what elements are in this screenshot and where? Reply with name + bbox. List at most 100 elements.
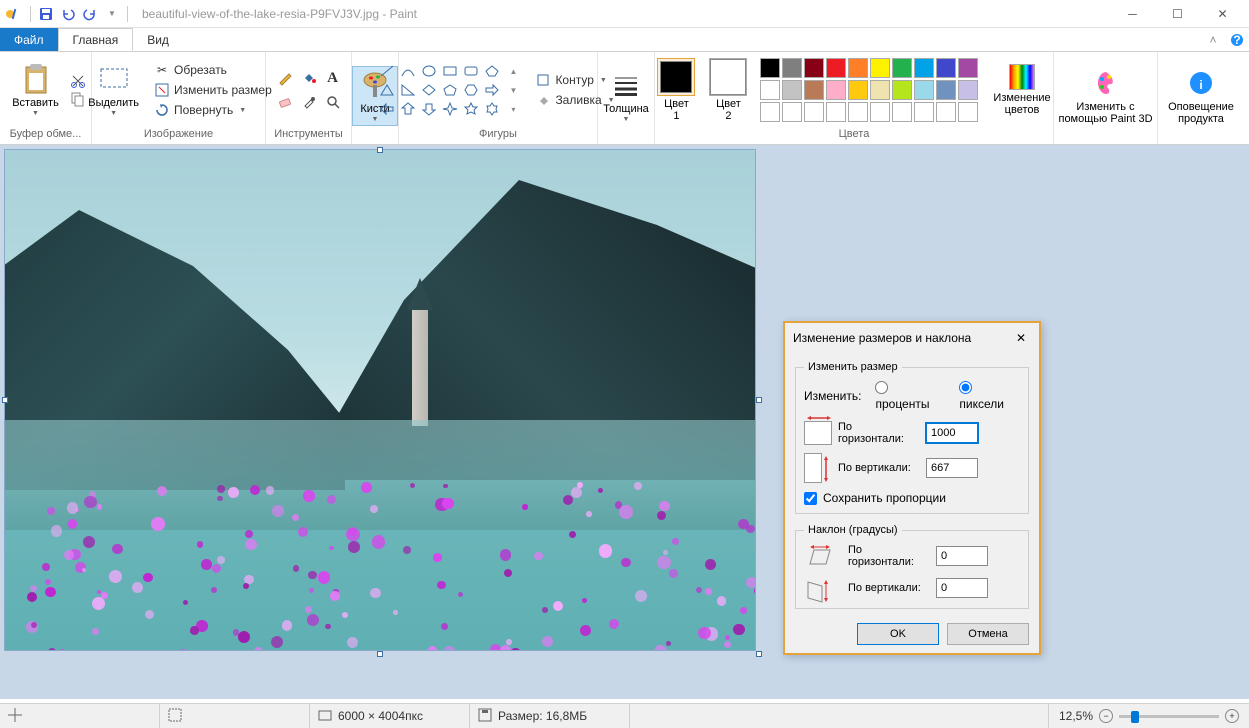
palette-color[interactable]: [760, 58, 780, 78]
save-icon[interactable]: [35, 3, 57, 25]
palette-color[interactable]: [892, 80, 912, 100]
workspace[interactable]: Изменение размеров и наклона ✕ Изменить …: [0, 145, 1249, 699]
shape-scroll-down-icon[interactable]: ▼: [503, 81, 523, 99]
color1-button[interactable]: Цвет 1: [650, 55, 702, 125]
shape-curve-icon[interactable]: [398, 62, 418, 80]
resize-button[interactable]: Изменить размер: [150, 81, 276, 99]
palette-color[interactable]: [848, 58, 868, 78]
crop-button[interactable]: ✂Обрезать: [150, 61, 276, 79]
palette-color[interactable]: [804, 80, 824, 100]
paste-button[interactable]: Вставить ▼: [5, 60, 66, 119]
shape-more-icon[interactable]: ▾: [503, 100, 523, 118]
palette-color[interactable]: [826, 58, 846, 78]
rotate-button[interactable]: Повернуть▼: [150, 101, 276, 119]
shape-roundrect-icon[interactable]: [461, 62, 481, 80]
color2-button[interactable]: Цвет 2: [702, 55, 754, 125]
skew-vertical-input[interactable]: [936, 578, 988, 598]
resize-handle[interactable]: [2, 397, 8, 403]
tab-file[interactable]: Файл: [0, 28, 58, 51]
shape-hexagon-icon[interactable]: [461, 81, 481, 99]
shape-star4-icon[interactable]: [440, 100, 460, 118]
palette-empty[interactable]: [804, 102, 824, 122]
palette-color[interactable]: [782, 80, 802, 100]
palette-empty[interactable]: [848, 102, 868, 122]
shape-scroll-up-icon[interactable]: ▲: [503, 62, 523, 80]
resize-handle[interactable]: [377, 147, 383, 153]
resize-handle[interactable]: [756, 651, 762, 657]
vertical-input[interactable]: [926, 458, 978, 478]
palette-empty[interactable]: [782, 102, 802, 122]
palette-empty[interactable]: [958, 102, 978, 122]
palette-color[interactable]: [892, 58, 912, 78]
cancel-button[interactable]: Отмена: [947, 623, 1029, 645]
skew-horizontal-input[interactable]: [936, 546, 988, 566]
horizontal-input[interactable]: [926, 423, 978, 443]
pixels-radio[interactable]: пиксели: [959, 381, 1020, 411]
palette-color[interactable]: [936, 58, 956, 78]
palette-empty[interactable]: [826, 102, 846, 122]
palette-empty[interactable]: [892, 102, 912, 122]
select-button[interactable]: Выделить ▼: [81, 60, 146, 119]
shape-pentagon-icon[interactable]: [440, 81, 460, 99]
shape-arrowl-icon[interactable]: [377, 100, 397, 118]
palette-color[interactable]: [958, 80, 978, 100]
resize-handle[interactable]: [756, 397, 762, 403]
palette-empty[interactable]: [914, 102, 934, 122]
resize-handle[interactable]: [377, 651, 383, 657]
shape-diamond-icon[interactable]: [419, 81, 439, 99]
zoom-in-button[interactable]: +: [1225, 709, 1239, 723]
shapes-gallery[interactable]: ▲ ▼ ▾: [377, 62, 523, 118]
magnifier-tool-icon[interactable]: [322, 91, 344, 113]
palette-color[interactable]: [804, 58, 824, 78]
close-button[interactable]: ✕: [1200, 0, 1245, 28]
size-button[interactable]: Толщина ▼: [596, 66, 656, 125]
palette-color[interactable]: [914, 58, 934, 78]
help-icon[interactable]: ?: [1225, 28, 1249, 51]
qat-dropdown-icon[interactable]: ▼: [101, 3, 123, 25]
canvas[interactable]: [5, 150, 755, 650]
ok-button[interactable]: OK: [857, 623, 939, 645]
shape-arrowd-icon[interactable]: [419, 100, 439, 118]
shape-triangle-icon[interactable]: [377, 81, 397, 99]
tab-view[interactable]: Вид: [133, 28, 183, 51]
zoom-out-button[interactable]: −: [1099, 709, 1113, 723]
palette-color[interactable]: [914, 80, 934, 100]
redo-icon[interactable]: [79, 3, 101, 25]
shape-rtriangle-icon[interactable]: [398, 81, 418, 99]
ribbon-collapse-icon[interactable]: ˄: [1201, 28, 1225, 51]
aspect-ratio-checkbox[interactable]: Сохранить пропорции: [804, 491, 1020, 505]
shape-rect-icon[interactable]: [440, 62, 460, 80]
palette-color[interactable]: [826, 80, 846, 100]
palette-color[interactable]: [958, 58, 978, 78]
palette-color[interactable]: [870, 58, 890, 78]
zoom-slider[interactable]: [1119, 715, 1219, 718]
palette-empty[interactable]: [760, 102, 780, 122]
palette-color[interactable]: [782, 58, 802, 78]
palette-empty[interactable]: [870, 102, 890, 122]
shape-oval-icon[interactable]: [419, 62, 439, 80]
fill-tool-icon[interactable]: [298, 67, 320, 89]
palette-color[interactable]: [870, 80, 890, 100]
palette-color[interactable]: [936, 80, 956, 100]
shape-star6-icon[interactable]: [482, 100, 502, 118]
edit-colors-button[interactable]: Изменение цветов: [986, 61, 1057, 119]
shape-star5-icon[interactable]: [461, 100, 481, 118]
picker-tool-icon[interactable]: [298, 91, 320, 113]
shape-arrowu-icon[interactable]: [398, 100, 418, 118]
maximize-button[interactable]: ☐: [1155, 0, 1200, 28]
text-tool-icon[interactable]: A: [322, 67, 344, 89]
product-alert-button[interactable]: i Оповещение продукта: [1161, 64, 1241, 128]
paint3d-button[interactable]: Изменить с помощью Paint 3D: [1051, 64, 1159, 128]
palette-color[interactable]: [760, 80, 780, 100]
eraser-tool-icon[interactable]: [274, 91, 296, 113]
palette-color[interactable]: [848, 80, 868, 100]
shape-arrowr-icon[interactable]: [482, 81, 502, 99]
undo-icon[interactable]: [57, 3, 79, 25]
minimize-button[interactable]: ─: [1110, 0, 1155, 28]
shape-polygon-icon[interactable]: [482, 62, 502, 80]
percent-radio[interactable]: проценты: [875, 381, 945, 411]
palette-empty[interactable]: [936, 102, 956, 122]
shape-line-icon[interactable]: [377, 62, 397, 80]
dialog-close-button[interactable]: ✕: [1011, 328, 1031, 348]
pencil-tool-icon[interactable]: [274, 67, 296, 89]
